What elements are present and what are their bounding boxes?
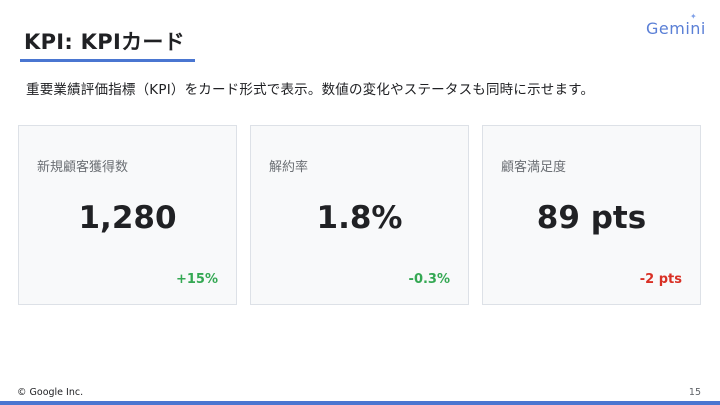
slide-title: KPI: KPIカード — [24, 30, 185, 54]
sparkle-icon: ✦ — [690, 12, 698, 21]
kpi-card-change: +15% — [175, 272, 218, 287]
kpi-card-new-customers: 新規顧客獲得数 1,280 +15% — [18, 125, 237, 305]
copyright-footer: © Google Inc. — [17, 387, 84, 398]
slide-subtitle: 重要業績評価指標（KPI）をカード形式で表示。数値の変化やステータスも同時に示せ… — [26, 82, 595, 98]
kpi-card-value: 1.8% — [316, 200, 403, 236]
title-underline — [20, 59, 195, 62]
kpi-card-satisfaction: 顧客満足度 89 pts -2 pts — [482, 125, 701, 305]
gemini-logo-text: Gemini — [646, 19, 706, 38]
gemini-logo: Gemini ✦ — [646, 12, 706, 38]
kpi-card-label: 顧客満足度 — [501, 160, 567, 175]
kpi-card-value: 89 pts — [536, 200, 647, 236]
kpi-card-label: 新規顧客獲得数 — [37, 160, 129, 175]
footer-accent-bar — [0, 401, 720, 405]
kpi-card-label: 解約率 — [269, 160, 309, 175]
page-number: 15 — [688, 387, 701, 398]
kpi-card-churn-rate: 解約率 1.8% -0.3% — [250, 125, 469, 305]
kpi-card-change: -2 pts — [639, 272, 682, 287]
kpi-card-change: -0.3% — [408, 272, 450, 287]
kpi-card-value: 1,280 — [78, 200, 177, 236]
